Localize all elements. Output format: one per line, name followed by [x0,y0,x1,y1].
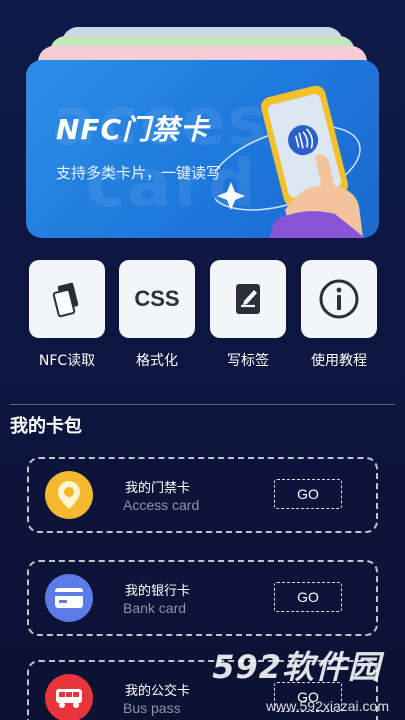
bus-icon [45,674,93,720]
tool-label: 格式化 [136,353,178,369]
bank-card-icon [45,574,93,622]
banner[interactable]: access card NFC门禁卡 支持多类卡片，一键读写 [26,60,379,238]
tool-label: NFC读取 [38,353,96,369]
go-button[interactable]: GO [274,682,342,712]
tool-box[interactable] [29,260,105,338]
banner-title: NFC门禁卡 [56,113,210,146]
location-pin-icon [45,471,93,519]
phone-nfc-illustration [215,85,365,238]
card-en-name: Access card [123,497,200,513]
card-name: 我的银行卡 [125,584,191,599]
write-tag-icon [236,284,260,314]
tool-nfc-read[interactable]: NFC读取 [29,260,105,370]
info-icon [319,279,359,319]
go-button[interactable]: GO [274,479,342,509]
card-name: 我的门禁卡 [125,481,191,496]
tool-label: 使用教程 [311,353,367,369]
banner-carousel[interactable]: access card NFC门禁卡 支持多类卡片，一键读写 [26,22,379,238]
section-title: 我的卡包 [10,416,82,437]
tool-format[interactable]: CSS 格式化 [119,260,195,370]
css-icon: CSS [134,286,180,311]
tool-tutorial[interactable]: 使用教程 [301,260,377,370]
tool-write-tag[interactable]: 写标签 [210,260,286,370]
card-name: 我的公交卡 [125,684,191,699]
card-en-name: Bus pass [123,700,181,716]
go-button[interactable]: GO [274,582,342,612]
tool-box[interactable] [210,260,286,338]
card-bus[interactable]: 我的公交卡 Bus pass GO [27,660,378,720]
banner-subtitle: 支持多类卡片，一键读写 [56,164,222,182]
tool-box[interactable] [301,260,377,338]
card-access[interactable]: 我的门禁卡 Access card GO [27,457,378,533]
card-en-name: Bank card [123,600,187,616]
tool-label: 写标签 [227,353,269,369]
tool-box[interactable]: CSS [119,260,195,338]
divider [10,404,395,405]
card-read-icon [52,282,79,318]
card-bank[interactable]: 我的银行卡 Bank card GO [27,560,378,636]
